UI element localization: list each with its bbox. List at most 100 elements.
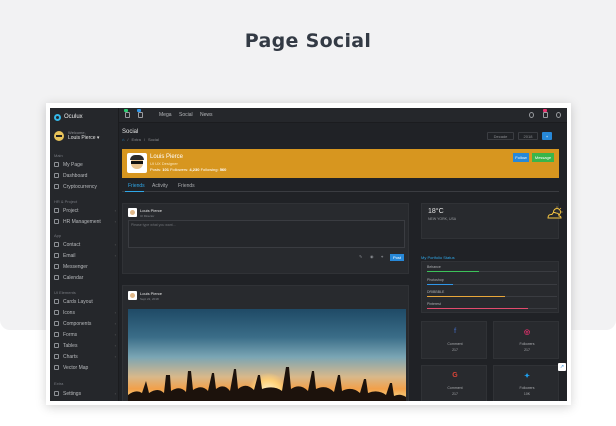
portfolio-title: My Portfolio Status (421, 255, 455, 260)
settings-icon (54, 391, 59, 396)
page-title: Social (122, 129, 139, 135)
sidebar-item-cryptocurrency[interactable]: Cryptocurrency (54, 182, 116, 191)
following-count: 560 (219, 167, 227, 172)
sidebar-item-email[interactable]: Email › (54, 251, 116, 260)
social-value: 217 (524, 348, 530, 352)
sidebar-item-vector-map[interactable]: Vector Map (54, 363, 116, 372)
sidebar-item-label: Charts (63, 353, 78, 360)
sidebar-item-forms[interactable]: Forms › (54, 330, 116, 339)
social-label: Followers (519, 386, 535, 390)
decade-select[interactable]: Decade (487, 132, 514, 140)
forms-icon (54, 332, 59, 337)
post-author: Louis Pierce (140, 291, 163, 296)
skill-pinterest: Pinterest (427, 302, 557, 309)
social-card-google[interactable]: G Comment 217 (421, 365, 487, 401)
camera-icon[interactable]: ◉ (370, 254, 374, 259)
sidebar-item-tables[interactable]: Tables › (54, 341, 116, 350)
task-icon[interactable] (138, 112, 143, 118)
chevron-right-icon: › (114, 242, 116, 247)
topnav-news[interactable]: News (200, 112, 213, 118)
sidebar-item-calendar[interactable]: Calendar (54, 273, 116, 282)
post-date: Sept 22, 2018 (140, 297, 159, 301)
message-button[interactable]: Message (532, 153, 554, 162)
nav-section-hr: HR & Project (54, 199, 78, 204)
project-icon (54, 208, 59, 213)
power-icon[interactable] (556, 112, 561, 118)
icons-icon (54, 310, 59, 315)
year-select[interactable]: 2018 (518, 132, 538, 140)
followers-count: 4,230 (189, 167, 200, 172)
apps-icon[interactable] (125, 112, 130, 118)
sidebar: Oculux Welcome, Louis Pierce ▾ Main My P… (50, 108, 119, 401)
follow-button[interactable]: Follow (513, 153, 529, 162)
brand-logo[interactable]: Oculux (54, 113, 83, 121)
sidebar-item-dashboard[interactable]: Dashboard (54, 171, 116, 180)
sidebar-item-label: Calendar (63, 274, 84, 281)
components-icon (54, 321, 59, 326)
social-label: Comment (447, 386, 463, 390)
profile-banner: Louis Pierce UI UX Designer Posts: 101 F… (122, 149, 559, 178)
sidebar-item-label: Settings (63, 390, 82, 397)
nav-section-app: App (54, 233, 62, 238)
top-navbar: Mega Social News (119, 108, 567, 123)
avatar (54, 130, 64, 141)
chevron-right-icon: › (114, 310, 116, 315)
sidebar-item-settings[interactable]: Settings › (54, 389, 116, 398)
chevron-right-icon: › (114, 343, 116, 348)
crowd-silhouette (128, 367, 406, 401)
arrow-icon: ↗ (559, 364, 565, 370)
social-card-instagram[interactable]: ◎ Followers 217 (493, 321, 559, 359)
tables-icon (54, 343, 59, 348)
progress-fill (427, 284, 453, 285)
progress-fill (427, 296, 505, 297)
sidebar-item-messenger[interactable]: Messenger (54, 262, 116, 271)
post-textarea[interactable]: Please type what you want... (128, 220, 405, 248)
sidebar-item-components[interactable]: Components › (54, 319, 116, 328)
home-icon (54, 162, 59, 167)
add-button[interactable]: + (542, 132, 552, 140)
progress-fill (427, 271, 479, 272)
cards-icon (54, 299, 59, 304)
profile-stats: Posts: 101 Followers: 4,230 Following: 5… (150, 167, 227, 172)
avatar (128, 208, 137, 217)
sidebar-item-my-page[interactable]: My Page (54, 160, 116, 169)
post-button[interactable]: Post (390, 254, 404, 261)
tab-friends-2[interactable]: Friends (178, 183, 195, 189)
active-tab-indicator (125, 191, 144, 192)
social-value: 10K (523, 392, 531, 396)
sidebar-item-cards-layout[interactable]: Cards Layout (54, 297, 116, 306)
composer-role: UI Director (140, 214, 155, 218)
sidebar-item-project[interactable]: Project › (54, 206, 116, 215)
nav-section-ui: UI Elements (54, 290, 76, 295)
edit-icon[interactable]: ✎ (359, 254, 362, 259)
user-name[interactable]: Louis Pierce ▾ (68, 135, 99, 141)
home-icon[interactable]: ⌂ (122, 137, 124, 142)
sidebar-item-label: Forms (63, 331, 78, 338)
mail-icon[interactable] (543, 112, 548, 118)
portfolio-card: Behance Photoshop DRIBBBLE Pinterest (421, 261, 559, 313)
sidebar-item-label: Contact (63, 241, 81, 248)
breadcrumb-item[interactable]: Extra (132, 137, 141, 142)
sidebar-item-hr-management[interactable]: HR Management › (54, 217, 116, 226)
breadcrumb-sep: / (127, 137, 129, 142)
user-menu[interactable]: Welcome, Louis Pierce ▾ (54, 130, 99, 141)
weather-temp: 18°C (428, 208, 444, 215)
dashboard-icon (54, 173, 59, 178)
search-icon[interactable] (529, 112, 534, 118)
topnav-mega[interactable]: Mega (159, 112, 172, 118)
social-card-facebook[interactable]: f Comment 217 (421, 321, 487, 359)
email-icon (54, 253, 59, 258)
skill-photoshop: Photoshop (427, 278, 557, 285)
location-icon[interactable]: ⌖ (381, 254, 383, 259)
tab-friends[interactable]: Friends (128, 183, 145, 189)
sidebar-item-contact[interactable]: Contact › (54, 240, 116, 249)
topnav-social[interactable]: Social (179, 112, 193, 118)
social-card-twitter[interactable]: ✦ Followers 10K (493, 365, 559, 401)
main-content: Social ⌂ / Extra / Social Decade 2018 + … (119, 123, 567, 401)
bitcoin-icon (54, 184, 59, 189)
sidebar-item-charts[interactable]: Charts › (54, 352, 116, 361)
chevron-right-icon: › (114, 208, 116, 213)
sidebar-item-icons[interactable]: Icons › (54, 308, 116, 317)
scroll-top-button[interactable]: ↗ (558, 363, 566, 371)
tab-activity[interactable]: Activity (152, 183, 168, 189)
